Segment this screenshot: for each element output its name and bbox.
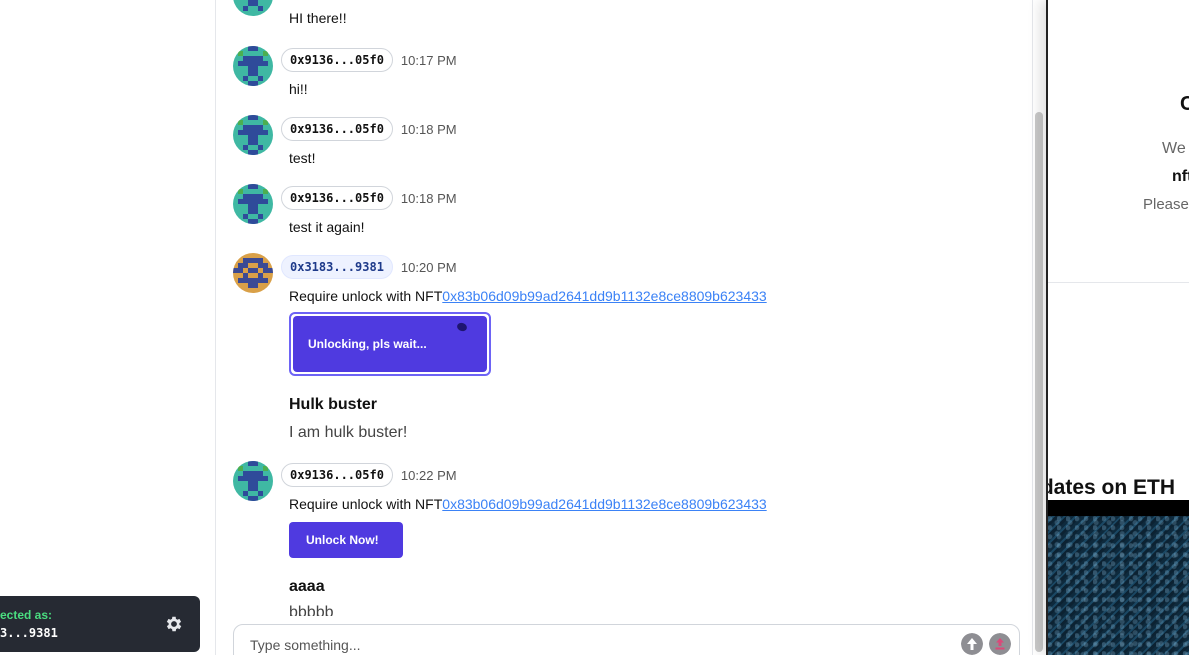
message-text: hi!! [289, 81, 308, 97]
nft-description: bbbbb [289, 604, 334, 616]
scrollbar[interactable] [1035, 112, 1043, 652]
avatar [233, 0, 273, 16]
message-list: HI there!! 0x9136...05f0 10:17 PM hi!! 0… [217, 0, 1033, 616]
message-time: 10:20 PM [400, 259, 457, 275]
unlock-now-button[interactable]: Unlock Now! [289, 522, 403, 558]
chat-panel: HI there!! 0x9136...05f0 10:17 PM hi!! 0… [217, 0, 1043, 655]
panel-text: Please [1143, 196, 1189, 213]
message-input[interactable] [250, 634, 930, 655]
message-item: 0x9136...05f0 10:17 PM hi!! [233, 46, 1003, 102]
avatar [233, 184, 273, 224]
author-address[interactable]: 0x9136...05f0 [281, 463, 393, 487]
message-text: HI there!! [289, 10, 347, 26]
message-item: 0x9136...05f0 10:18 PM test! [233, 115, 1003, 171]
message-meta: 0x9136...05f0 10:18 PM [281, 186, 457, 210]
author-address[interactable]: 0x9136...05f0 [281, 48, 393, 72]
message-time: 10:18 PM [400, 121, 457, 137]
panel-heading: C [1180, 93, 1189, 116]
avatar [233, 115, 273, 155]
unlock-requirement-label: Require unlock with NFT [289, 496, 443, 512]
unlocking-button[interactable]: Unlocking, pls wait... [289, 312, 491, 376]
app-root: ected as: 3...9381 HI there!! 0x9136...0… [0, 0, 1189, 655]
message-meta: 0x3183...9381 10:20 PM [281, 255, 457, 279]
message-meta: 0x9136...05f0 10:17 PM [281, 48, 457, 72]
connected-as-label: ected as: [0, 608, 53, 622]
message-time: 10:18 PM [400, 190, 457, 206]
gear-icon[interactable] [164, 614, 184, 634]
message-meta: 0x9136...05f0 10:18 PM [281, 117, 457, 141]
author-address[interactable]: 0x3183...9381 [281, 255, 393, 279]
message-time: 10:22 PM [400, 467, 457, 483]
spinner-icon [455, 321, 469, 333]
avatar [233, 253, 273, 293]
author-address[interactable]: 0x9136...05f0 [281, 186, 393, 210]
nft-contract-link[interactable]: 0x83b06d09b99ad2641dd9b1132e8ce8809b6234… [442, 288, 766, 304]
nft-title: Hulk buster [289, 396, 378, 413]
sidebar: ected as: 3...9381 [0, 0, 216, 655]
nft-title: aaaa [289, 578, 325, 595]
panel-text: We c [1162, 140, 1189, 157]
panel-text-bold: nft [1172, 168, 1189, 185]
right-overlay-panel: C We c nft Please pdates on ETH [1046, 0, 1189, 655]
message-item: HI there!! [233, 0, 1003, 26]
author-address[interactable]: 0x9136...05f0 [281, 117, 393, 141]
message-item: 0x3183...9381 10:20 PM Require unlock wi… [233, 253, 1003, 448]
nft-description: I am hulk buster! [289, 424, 408, 441]
article-title[interactable]: pdates on ETH [1048, 476, 1175, 500]
message-text: Require unlock with NFT0x83b06d09b99ad26… [289, 496, 767, 512]
message-item: 0x9136...05f0 10:22 PM Require unlock wi… [233, 461, 1003, 616]
message-text: test! [289, 150, 316, 166]
message-item: 0x9136...05f0 10:18 PM test it again! [233, 184, 1003, 240]
unlocking-button-label: Unlocking, pls wait... [308, 337, 427, 351]
article-image[interactable] [1048, 516, 1189, 655]
article-banner-bar [1048, 500, 1189, 516]
message-composer [233, 624, 1020, 655]
avatar [233, 46, 273, 86]
unlock-requirement-label: Require unlock with NFT [289, 288, 443, 304]
upload-icon[interactable] [961, 633, 983, 655]
message-time: 10:17 PM [400, 52, 457, 68]
message-meta: 0x9136...05f0 10:22 PM [281, 463, 457, 487]
message-text: test it again! [289, 219, 365, 235]
account-address: 3...9381 [0, 626, 58, 640]
avatar [233, 461, 273, 501]
divider [1048, 282, 1189, 283]
nft-contract-link[interactable]: 0x83b06d09b99ad2641dd9b1132e8ce8809b6234… [442, 496, 766, 512]
account-card: ected as: 3...9381 [0, 596, 200, 652]
send-icon[interactable] [989, 633, 1011, 655]
message-text: Require unlock with NFT0x83b06d09b99ad26… [289, 288, 767, 304]
